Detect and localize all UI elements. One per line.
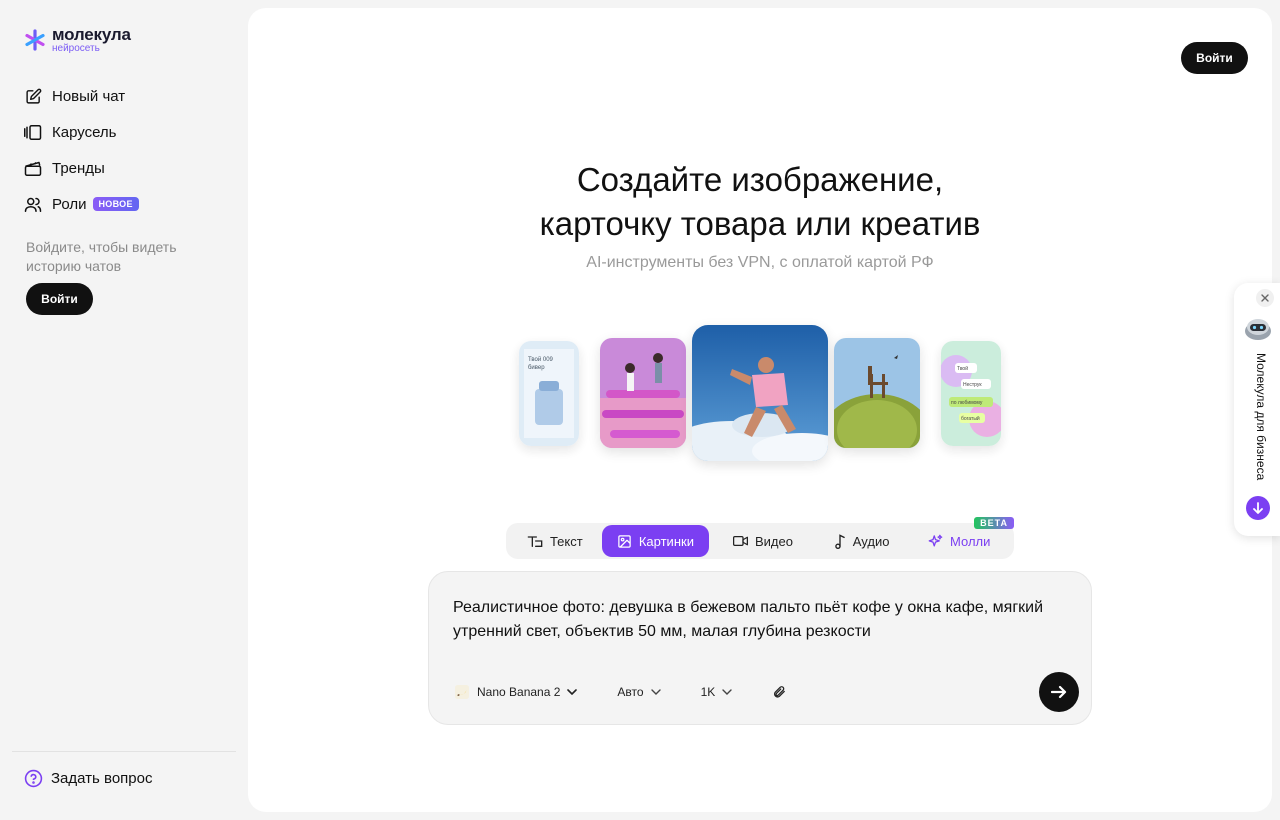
hero-title: Создайте изображение, карточку товара ил… — [248, 158, 1272, 246]
tab-text[interactable]: Текст — [508, 525, 602, 557]
arrow-right-icon — [1051, 685, 1067, 699]
tab-label: Картинки — [638, 533, 694, 549]
business-widget[interactable]: Молекула для бизнеса — [1234, 283, 1280, 536]
model-select[interactable]: Nano Banana 2 — [455, 685, 578, 699]
chevron-down-icon — [722, 689, 732, 695]
tab-molly[interactable]: Молли BETA — [906, 517, 1014, 557]
send-button[interactable] — [1039, 672, 1079, 712]
tab-label: Текст — [549, 533, 583, 549]
sidebar-item-label: Новый чат — [52, 87, 126, 105]
aspect-select[interactable]: Авто — [617, 685, 661, 699]
mode-tabs: Текст Картинки Видео Аудио Молли BETA — [506, 517, 1014, 559]
tab-video[interactable]: Видео — [709, 525, 817, 557]
prompt-input[interactable]: Реалистичное фото: девушка в бежевом пал… — [453, 596, 1053, 644]
users-icon — [24, 195, 42, 213]
poster-text-1: Твой 009 — [528, 356, 554, 363]
arrow-down-icon — [1253, 502, 1263, 514]
sidebar-item-roles[interactable]: Роли НОВОЕ — [24, 186, 234, 222]
ask-question-label: Задать вопрос — [51, 770, 153, 787]
image-icon — [617, 534, 632, 549]
banana-icon — [455, 685, 469, 699]
video-icon — [733, 535, 748, 547]
gallery-card-jumping-man[interactable] — [692, 325, 828, 461]
chevron-down-icon — [650, 689, 661, 695]
sidebar-item-trends[interactable]: Тренды — [24, 150, 234, 186]
prompt-box: Реалистичное фото: девушка в бежевом пал… — [428, 571, 1092, 725]
poster-text-2: бивер — [528, 365, 545, 371]
edit-icon — [24, 87, 42, 105]
gallery-card-stickers[interactable]: Твой Неструк по любимому богатый — [941, 341, 1001, 446]
aspect-value: Авто — [617, 685, 644, 699]
new-badge: НОВОЕ — [92, 197, 139, 211]
tab-images[interactable]: Картинки — [601, 525, 710, 557]
logo[interactable]: молекула нейросеть — [24, 26, 131, 54]
hero-title-line-2: карточку товара или креатив — [539, 205, 981, 242]
brand-name: молекула — [52, 25, 131, 44]
paperclip-icon — [774, 686, 786, 698]
sidebar-item-label: Тренды — [52, 159, 105, 177]
example-gallery: Твой 009 бивер Твой Неструк по любимому … — [248, 324, 1272, 464]
sidebar-item-new-chat[interactable]: Новый чат — [24, 78, 234, 114]
sidebar-nav: Новый чат Карусель Тренды Роли НОВОЕ — [24, 78, 234, 222]
gallery-card-dancers[interactable] — [600, 338, 686, 448]
gallery-card-chair-hill[interactable] — [834, 338, 920, 448]
login-hint: Войдите, чтобы видеть историю чатов — [26, 239, 177, 274]
resolution-select[interactable]: 1K — [701, 685, 733, 699]
molecule-logo-icon — [25, 29, 45, 51]
tab-audio[interactable]: Аудио — [817, 525, 907, 557]
gallery-card-poster[interactable]: Твой 009 бивер — [519, 341, 579, 446]
sticker-text-4: богатый — [961, 415, 980, 422]
sticker-text-3: по любимому — [951, 400, 983, 406]
widget-open-button[interactable] — [1246, 496, 1270, 520]
sidebar-item-carousel[interactable]: Карусель — [24, 114, 234, 150]
brand-subtitle: нейросеть — [52, 43, 100, 54]
resolution-value: 1K — [700, 685, 716, 699]
sidebar-divider — [12, 751, 236, 752]
music-note-icon — [834, 533, 846, 549]
tab-label: Аудио — [852, 533, 890, 549]
sticker-text-2: Неструк — [963, 382, 982, 388]
chevron-down-icon — [567, 689, 578, 695]
text-icon — [527, 534, 543, 548]
tab-label: Видео — [755, 533, 793, 549]
prompt-controls: Nano Banana 2 Авто 1K — [455, 680, 786, 704]
sidebar-item-label: Роли — [52, 195, 87, 213]
beta-badge: BETA — [974, 517, 1014, 529]
carousel-icon — [24, 123, 42, 141]
robot-avatar-icon — [1245, 319, 1271, 340]
help-icon — [24, 769, 43, 788]
widget-close-button[interactable] — [1256, 289, 1274, 307]
business-widget-label: Молекула для бизнеса — [1254, 353, 1268, 481]
hero-title-line-1: Создайте изображение, — [576, 161, 944, 198]
sticker-text-1: Твой — [957, 365, 968, 372]
sparkles-icon — [928, 534, 943, 549]
attach-button[interactable] — [772, 685, 786, 699]
model-name: Nano Banana 2 — [477, 685, 561, 699]
sidebar-item-label: Карусель — [52, 123, 117, 141]
close-icon — [1261, 294, 1269, 302]
tab-label: Молли — [950, 533, 991, 549]
main-panel: Войти Создайте изображение, карточку тов… — [248, 8, 1272, 812]
sidebar-login-button[interactable]: Войти — [26, 283, 93, 315]
hero-subtitle: AI-инструменты без VPN, с оплатой картой… — [586, 254, 934, 271]
header-login-button[interactable]: Войти — [1181, 42, 1248, 74]
ask-question-button[interactable]: Задать вопрос — [24, 769, 152, 788]
sidebar: молекула нейросеть Новый чат Карусель Тр… — [0, 0, 248, 820]
clapperboard-icon — [24, 159, 42, 177]
